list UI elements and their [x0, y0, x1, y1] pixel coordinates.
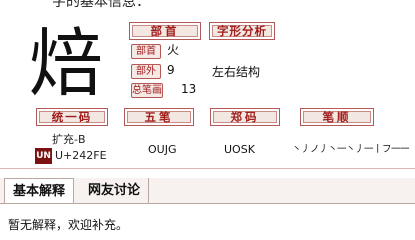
divider	[0, 168, 415, 169]
wubi-value: OUJG	[148, 143, 177, 156]
section-title: 字的基本信息：	[52, 0, 150, 10]
wubi-header: 五笔	[124, 108, 194, 126]
character-glyph: 焙	[29, 21, 103, 107]
unicode-block: 扩充-B	[52, 133, 86, 146]
structure-value: 左右结构	[212, 65, 261, 79]
total-strokes-label: 总笔画	[131, 83, 163, 98]
character-display: 焙	[14, 16, 118, 112]
tab-user-discussion[interactable]: 网友讨论	[80, 178, 149, 203]
outside-strokes-label: 部外	[131, 64, 161, 79]
stroke-order-header: 笔顺	[300, 108, 374, 126]
radical-value: 火	[167, 43, 180, 57]
unicode-logo-icon: UN	[35, 148, 52, 164]
zhengma-header: 郑码	[210, 108, 280, 126]
radical-header: 部首	[129, 22, 201, 40]
unicode-value: U+242FE	[55, 149, 107, 162]
zhengma-value: UOSK	[224, 143, 255, 156]
unicode-header: 统一码	[36, 108, 108, 126]
stroke-order-value: 丶丿ノ丿丶一丶丿一丨フ一一	[292, 144, 410, 155]
radical-label: 部首	[131, 44, 161, 59]
tab-basic-definition[interactable]: 基本解释	[4, 178, 74, 203]
outside-strokes-value: 9	[167, 63, 175, 77]
total-strokes-value: 13	[181, 82, 197, 96]
definition-text: 暂无解释，欢迎补充。	[8, 218, 129, 232]
structure-header: 字形分析	[209, 22, 275, 40]
